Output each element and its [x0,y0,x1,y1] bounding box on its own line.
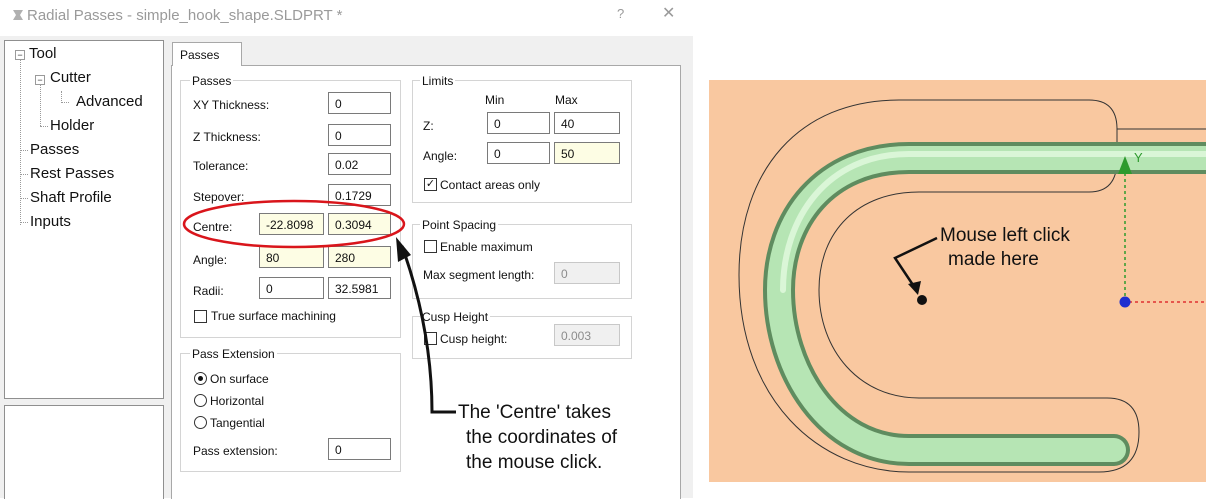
centre-highlight-ellipse [182,199,406,249]
y-axis-label: Y [1134,150,1143,165]
mouse-annotation-line1: Mouse left click [940,225,1070,246]
cad-viewport[interactable] [709,80,1206,482]
centre-annotation-line3: the mouse click. [466,452,603,473]
mouse-annotation-line2: made here [948,249,1039,270]
mouse-click-point [917,295,927,305]
centre-annotation-line1: The 'Centre' takes [458,402,611,423]
origin-point [1119,296,1131,308]
centre-annotation-line2: the coordinates of [466,427,618,448]
annotation-arrow-head [396,237,411,262]
annotation-arrow [400,245,456,414]
